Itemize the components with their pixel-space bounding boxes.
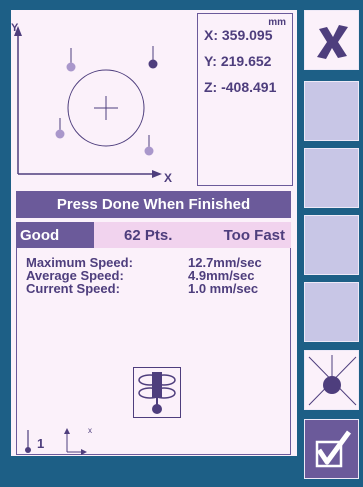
x-coordinate: X: 359.095 [204,27,273,43]
side-button-3[interactable] [304,148,359,208]
speed-feedback: Too Fast [223,226,285,244]
probe-point-icon [308,355,357,406]
y-coordinate: Y: 219.652 [204,53,272,69]
current-speed-value: 1.0 mm/sec [188,281,259,296]
probe-icon [133,367,181,418]
probe-plot: Y X [11,10,191,186]
probe-point-button[interactable] [304,350,359,410]
cancel-button[interactable] [304,10,359,70]
done-check-icon [315,430,352,468]
instruction-text: Press Done When Finished [56,196,251,213]
side-button-4[interactable] [304,215,359,275]
cancel-icon [317,25,348,59]
side-button-5[interactable] [304,282,359,342]
instruction-banner: Press Done When Finished [16,191,291,218]
probe-number: 1 [37,436,45,451]
measurement-panel: Y X mm X: 359.095 Y: 219.652 Z: -408.491… [11,10,297,456]
footer-axis-label: x [88,426,92,435]
quality-rating: Good [16,222,94,248]
x-axis-label: X [164,171,173,185]
rating-row: Good 62 Pts. Too Fast [16,222,291,248]
y-axis-label: Y [11,22,19,34]
done-button[interactable] [304,419,359,479]
point-count: 62 Pts. [124,226,173,244]
rating-details: 62 Pts. Too Fast [94,222,291,248]
coordinate-readout: mm X: 359.095 Y: 219.652 Z: -408.491 [197,13,293,186]
side-button-2[interactable] [304,81,359,141]
z-coordinate: Z: -408.491 [204,79,277,95]
quality-rating-label: Good [20,226,60,244]
current-speed-label: Current Speed: [26,281,120,296]
footer-status: 1 x [11,424,131,456]
